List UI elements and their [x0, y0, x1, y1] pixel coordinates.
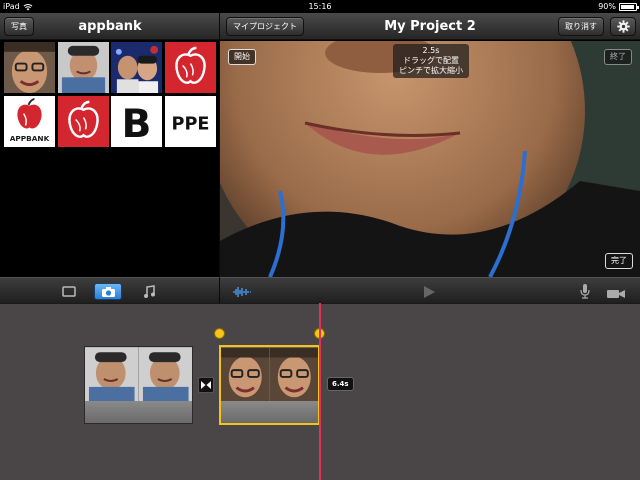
voiceover-button[interactable] [580, 283, 590, 303]
transition-icon [201, 381, 211, 389]
clip-duration-badge: 6.4s [327, 377, 354, 391]
hint-line-1: ドラッグで配置 [403, 56, 459, 65]
thumbnail-face-1[interactable] [4, 42, 55, 93]
photos-back-button[interactable]: 写真 [4, 17, 34, 36]
timeline-clip-1[interactable] [84, 346, 193, 424]
undo-button[interactable]: 取り消す [558, 17, 604, 36]
album-title: appbank [78, 19, 142, 34]
thumbnail-face-2[interactable] [58, 42, 109, 93]
hint-duration: 2.5s [422, 46, 440, 55]
hint-line-2: ピンチで拡大縮小 [399, 66, 463, 75]
svg-text:B: B [122, 102, 152, 147]
music-note-icon [144, 285, 155, 298]
video-tab[interactable] [55, 283, 83, 300]
photo-tab[interactable] [94, 283, 122, 300]
svg-text:PPE: PPE [172, 114, 210, 134]
thumbnail-text-b[interactable]: B [111, 96, 162, 147]
library-navbar: 写真 appbank [0, 13, 219, 40]
thumbnail-apple-logo-2[interactable] [58, 96, 109, 147]
preview-viewer[interactable]: 開始 終了 2.5s ドラッグで配置 ピンチで拡大縮小 完了 [220, 41, 640, 277]
settings-button[interactable] [610, 17, 636, 36]
status-bar: iPad 15:16 90% [0, 0, 640, 13]
my-projects-button[interactable]: マイプロジェクト [226, 17, 304, 36]
thumbnail-text-ppe[interactable]: PPE [165, 96, 216, 147]
playhead[interactable] [319, 303, 321, 480]
start-marker-button[interactable]: 開始 [228, 49, 256, 65]
audio-waveform-button[interactable] [232, 284, 252, 303]
thumbnail-appbank-logo[interactable]: APPBANK [4, 96, 55, 147]
appbank-logo-text: APPBANK [10, 134, 50, 143]
project-title: My Project 2 [384, 19, 476, 34]
project-navbar: マイプロジェクト My Project 2 取り消す [220, 13, 640, 40]
battery-icon [619, 2, 639, 11]
playback-toolbar [220, 277, 640, 303]
microphone-icon [580, 284, 590, 299]
battery-percent: 90% [598, 2, 616, 11]
video-camera-icon [607, 290, 625, 298]
thumbnail-couple[interactable] [111, 42, 162, 93]
play-button[interactable] [422, 284, 436, 303]
thumbnail-apple-logo[interactable] [165, 42, 216, 93]
trim-handle-start[interactable] [214, 328, 225, 339]
end-marker-button[interactable]: 終了 [604, 49, 632, 65]
done-button[interactable]: 完了 [605, 253, 633, 269]
video-icon [62, 286, 76, 297]
timeline-clip-selected[interactable] [219, 345, 320, 425]
clip-2-audio-strip [221, 401, 318, 423]
clock: 15:16 [308, 2, 332, 11]
media-type-toolbar [0, 277, 219, 303]
clip-1-frames [85, 347, 192, 402]
audio-tab[interactable] [135, 283, 163, 300]
media-library: APPBANK B PPE [0, 41, 219, 277]
clip-1-audio-strip [85, 401, 192, 423]
audio-waveform-icon [233, 287, 251, 297]
camera-capture-button[interactable] [606, 285, 626, 304]
clip-2-frames [221, 347, 318, 402]
camera-icon [101, 286, 115, 297]
ken-burns-hint: 2.5s ドラッグで配置 ピンチで拡大縮小 [393, 44, 469, 78]
gear-icon [616, 20, 630, 33]
transition-button[interactable] [198, 377, 214, 393]
play-icon [424, 286, 435, 298]
